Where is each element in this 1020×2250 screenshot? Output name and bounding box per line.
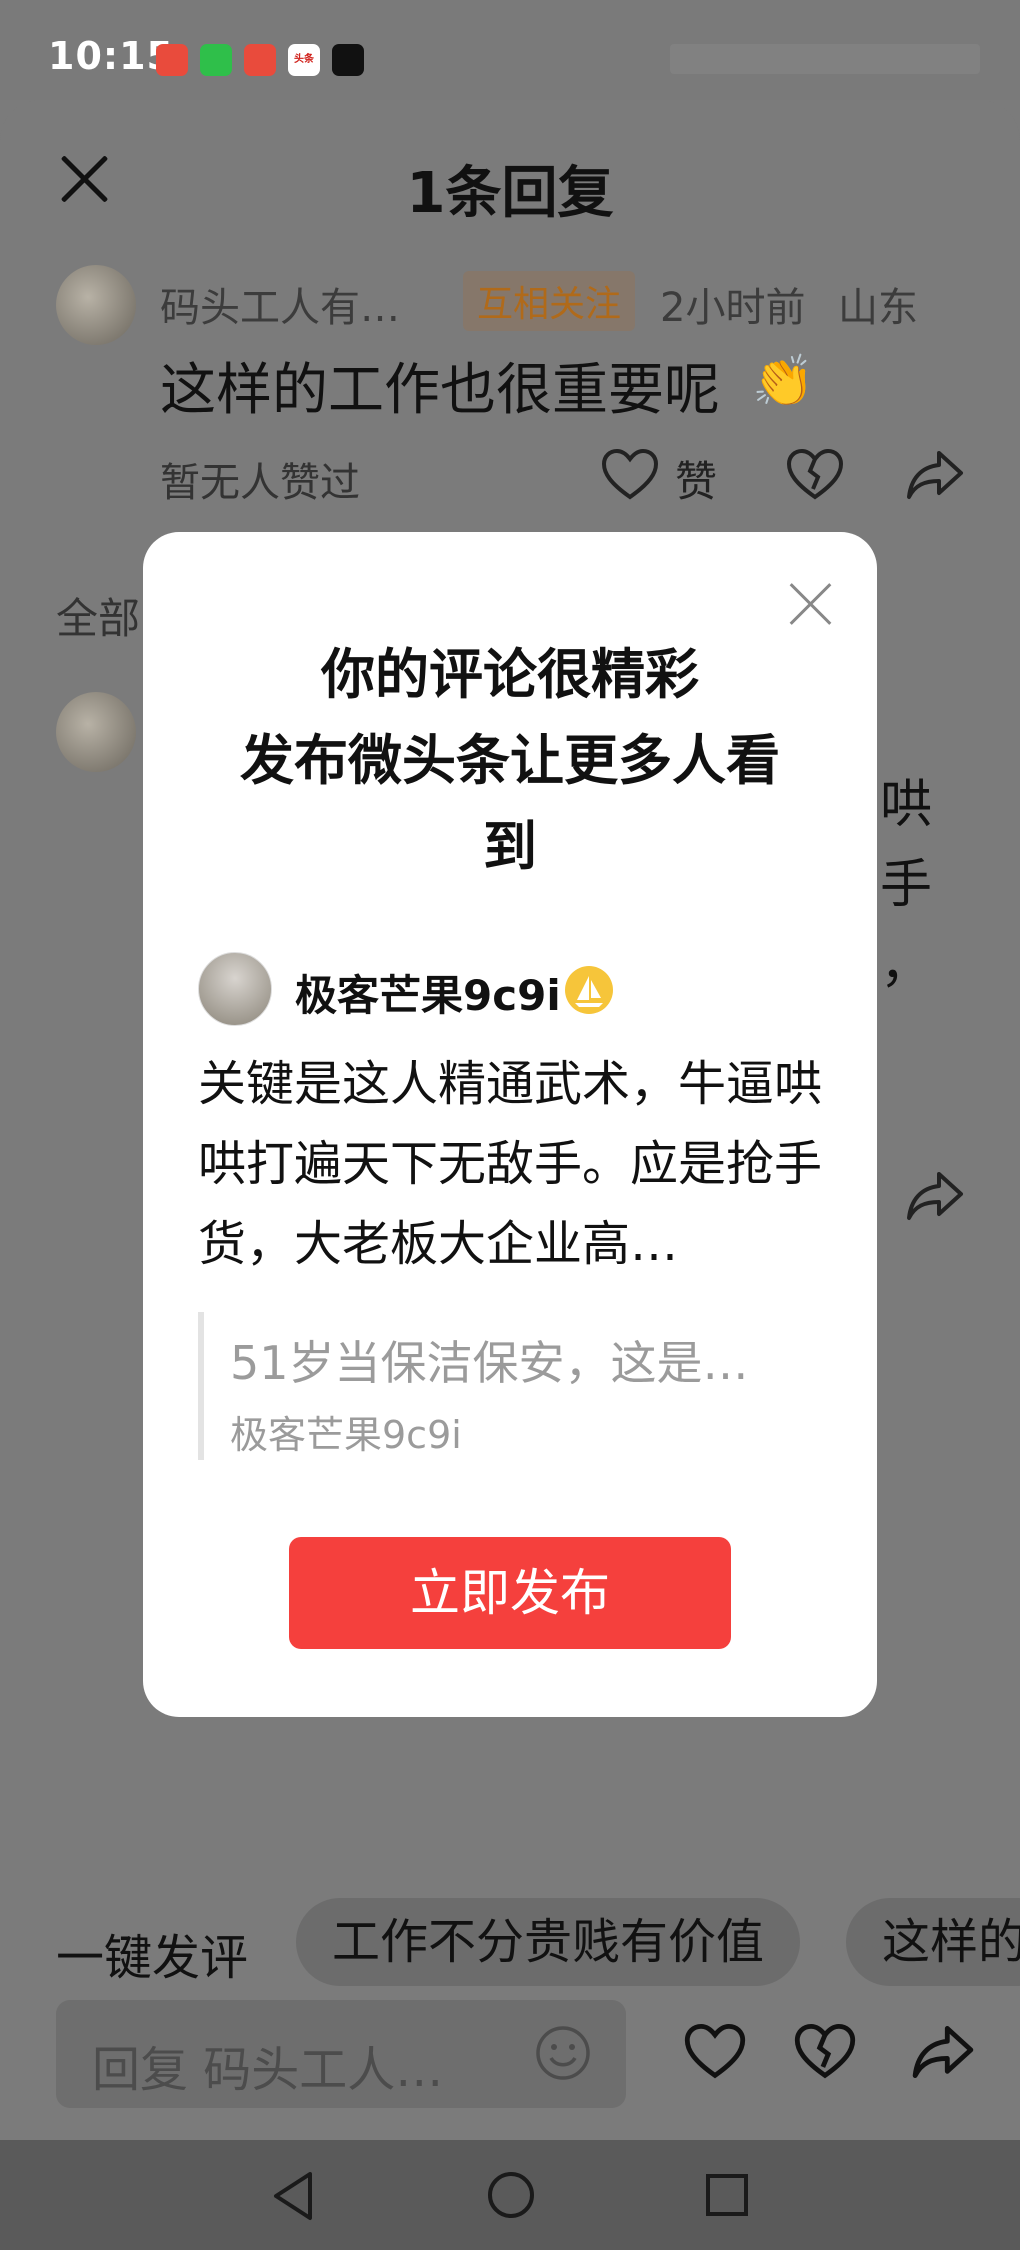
broken-heart-icon[interactable] [793, 2022, 857, 2082]
share-icon[interactable] [905, 1168, 965, 1224]
quote-divider [198, 1312, 204, 1460]
heart-icon[interactable] [683, 2022, 747, 2082]
close-icon[interactable] [789, 582, 833, 626]
publish-dialog: 你的评论很精彩 发布微头条让更多人看 到 极客芒果9c9i 关键是这人精通武术，… [143, 532, 877, 1717]
comment-username[interactable]: 码头工人有… [160, 275, 400, 333]
clapping-emoji: 👏 [752, 352, 815, 410]
taobao-icon [244, 44, 276, 76]
quoted-article-author: 极客芒果9c9i [230, 1413, 462, 1457]
share-icon[interactable] [905, 447, 965, 503]
back-icon[interactable] [268, 2168, 318, 2224]
dialog-title: 你的评论很精彩 发布微头条让更多人看 到 [183, 632, 837, 890]
likes-status: 暂无人赞过 [160, 460, 360, 506]
capcut-icon [332, 44, 364, 76]
share-icon[interactable] [910, 2022, 976, 2082]
reply-text-fragment: 手 [880, 855, 933, 915]
emoji-icon[interactable] [534, 2024, 592, 2082]
status-bar: 10:15 头条 [0, 0, 1020, 100]
dialog-comment-text: 关键是这人精通武术，牛逼哄哄打遍天下无敌手。应是抢手货，大老板大企业高… [198, 1056, 823, 1272]
avatar[interactable] [56, 265, 136, 345]
heart-icon[interactable] [600, 447, 660, 503]
creator-badge-icon [565, 966, 613, 1014]
publish-button[interactable]: 立即发布 [289, 1537, 731, 1649]
taobao-icon [156, 44, 188, 76]
dialog-title-line: 你的评论很精彩 [321, 643, 699, 706]
all-replies-label: 全部 [56, 594, 141, 643]
quick-reply-label: 一键发评 [56, 1930, 249, 1986]
comment-location: 山东 [838, 285, 918, 331]
avatar [198, 952, 272, 1026]
toutiao-icon: 头条 [288, 44, 320, 76]
mutual-follow-badge: 互相关注 [463, 271, 636, 331]
reply-text-fragment: ， [880, 935, 933, 995]
dialog-title-line: 发布微头条让更多人看 [240, 729, 780, 792]
recent-apps-icon[interactable] [704, 2172, 750, 2218]
page-title: 1条回复 [406, 161, 614, 226]
reply-input[interactable]: 回复 码头工人… [56, 2000, 626, 2108]
comment-time: 2小时前 [660, 285, 806, 331]
status-indicators [670, 44, 980, 74]
suggestion-chip[interactable]: 这样的 [846, 1898, 1020, 1986]
dialog-title-line: 到 [483, 815, 537, 878]
reply-placeholder: 回复 码头工人… [92, 2042, 444, 2098]
dialog-username: 极客芒果9c9i [295, 971, 561, 1020]
broken-heart-icon[interactable] [785, 447, 845, 503]
like-label[interactable]: 赞 [675, 448, 717, 509]
reply-text-fragment: 哄 [880, 775, 933, 835]
wechat-icon [200, 44, 232, 76]
home-icon[interactable] [486, 2170, 536, 2220]
comment-text: 这样的工作也很重要呢 [160, 358, 720, 423]
avatar[interactable] [56, 692, 136, 772]
quoted-article-title: 51岁当保洁保安，这是… [230, 1336, 749, 1390]
suggestion-chip[interactable]: 工作不分贵贱有价值 [296, 1898, 801, 1986]
